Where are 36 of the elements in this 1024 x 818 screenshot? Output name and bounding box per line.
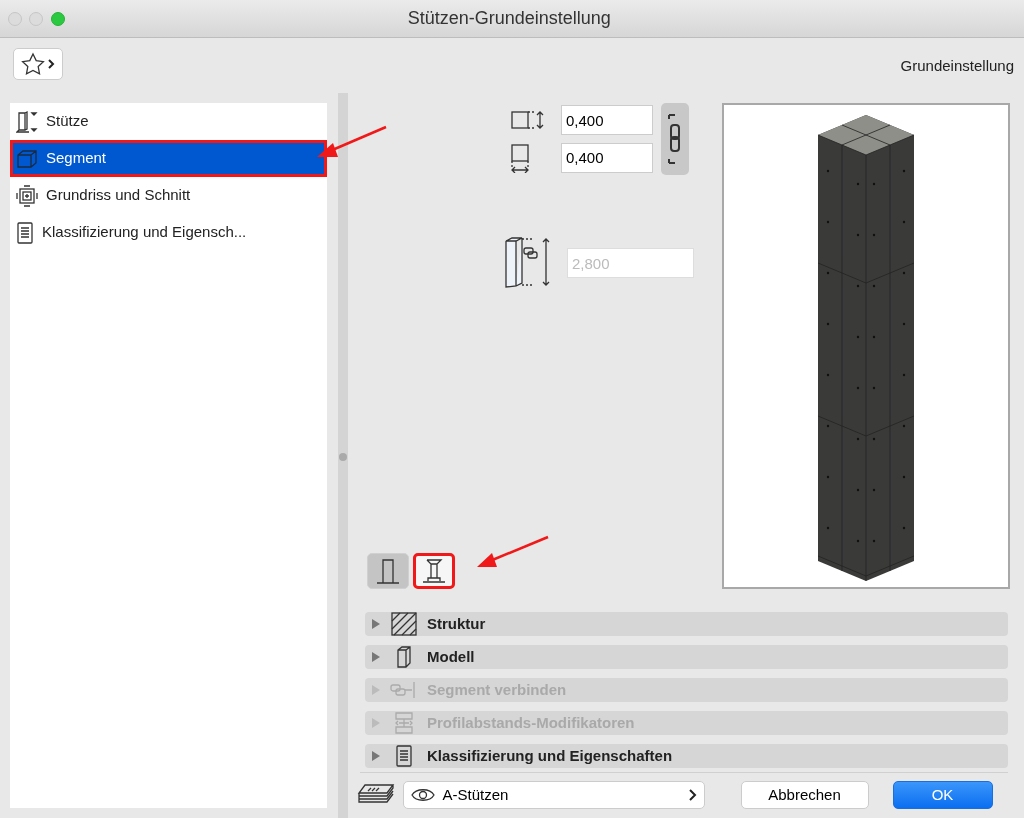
expand-triangle-icon: [371, 684, 381, 696]
chevron-right-icon: [687, 789, 698, 801]
segment-profile-icon: [421, 557, 446, 585]
height-icon: [502, 237, 552, 289]
layer-dropdown[interactable]: A-Stützen: [402, 781, 705, 809]
sidebar-item-icon: [16, 109, 38, 134]
sidebar-item[interactable]: Klassifizierung und Eigensch...: [10, 214, 327, 251]
sidebar-item[interactable]: Segment: [10, 140, 327, 177]
window-title: Stützen-Grundeinstellung: [406, 7, 612, 30]
eye-icon: [411, 787, 435, 803]
column-profile-icon: [376, 557, 400, 585]
section-header[interactable]: Klassifizierung und Eigenschaften: [365, 744, 1008, 768]
expand-triangle-icon: [371, 618, 381, 630]
section-icon: [389, 612, 419, 636]
section-header[interactable]: Struktur: [365, 612, 1008, 636]
expand-triangle-icon: [371, 750, 381, 762]
segment-mode-button[interactable]: [412, 553, 455, 589]
sidebar-item[interactable]: Stütze: [10, 103, 327, 140]
sidebar-item-icon: [16, 147, 38, 170]
annotation-arrow: [477, 535, 549, 567]
settings-name-label: Grundeinstellung: [900, 56, 1014, 76]
sidebar-item-icon: [16, 184, 38, 207]
depth-field[interactable]: 0,400: [561, 142, 653, 173]
favorites-button[interactable]: [13, 48, 63, 80]
annotation-arrow: [317, 125, 387, 157]
expand-triangle-icon: [371, 651, 381, 663]
sidebar-item[interactable]: Grundriss und Schnitt: [10, 177, 327, 214]
expand-triangle-icon: [371, 717, 381, 729]
depth-icon: [510, 142, 530, 173]
column-mode-button[interactable]: [367, 553, 409, 589]
sidebar-item-icon: [16, 221, 34, 244]
cancel-button[interactable]: Abbrechen: [740, 781, 869, 809]
section-header[interactable]: Modell: [365, 645, 1008, 669]
width-field[interactable]: 0,400: [561, 105, 653, 136]
link-toggle-button[interactable]: [660, 103, 689, 175]
ok-button[interactable]: OK: [892, 781, 993, 809]
